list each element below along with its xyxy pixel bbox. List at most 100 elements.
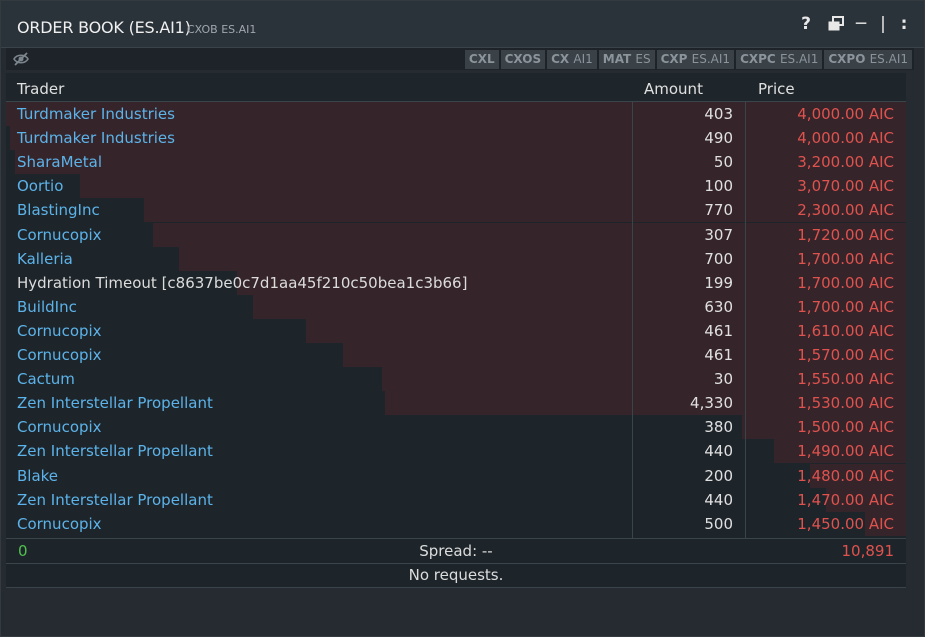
order-price: 1,720.00 AIC [797,225,894,244]
table-row[interactable]: BuildInc 630 1,700.00 AIC [6,294,906,319]
minimize-icon[interactable]: ─ [851,13,871,35]
trader-name[interactable]: Zen Interstellar Propellant [17,442,213,460]
order-amount: 440 [704,442,733,461]
order-amount: 307 [704,225,733,244]
order-price: 1,530.00 AIC [797,394,894,413]
trader-name[interactable]: Kalleria [17,250,73,268]
window-title: ORDER BOOK (ES.AI1) [17,18,191,37]
table-row[interactable]: Kalleria 700 1,700.00 AIC [6,246,906,271]
command-label: CXPC [740,52,776,66]
trader-name[interactable]: Oortio [17,177,63,195]
order-price: 1,570.00 AIC [797,346,894,364]
trader-name[interactable]: Zen Interstellar Propellant [17,491,213,509]
trader-name[interactable]: BlastingInc [17,201,100,219]
command-button[interactable]: CXPC ES.AI1 [736,50,823,69]
trader-name[interactable]: Turdmaker Industries [17,105,175,123]
order-amount: 4,330 [690,394,733,413]
order-price: 1,490.00 AIC [797,442,894,461]
command-button[interactable]: MAT ES [598,50,655,69]
command-label: MAT [602,52,632,66]
order-amount: 200 [704,466,733,485]
duplicate-icon[interactable] [826,15,846,38]
table-row[interactable]: Cornucopix 461 1,610.00 AIC [6,318,906,343]
help-icon[interactable]: ? [796,13,816,35]
command-ticker: AI1 [573,52,593,66]
table-row[interactable]: Cornucopix 461 1,570.00 AIC [6,343,906,367]
table-row[interactable]: Oortio 100 3,070.00 AIC [6,174,906,199]
trader-name[interactable]: Cornucopix [17,515,102,533]
table-row[interactable]: Turdmaker Industries 403 4,000.00 AIC [6,102,906,126]
table-row[interactable]: Cornucopix 307 1,720.00 AIC [6,222,906,247]
trader-name[interactable]: Cactum [17,370,75,388]
order-price: 3,200.00 AIC [797,153,894,172]
column-divider [745,101,746,538]
table-row[interactable]: SharaMetal 50 3,200.00 AIC [6,150,906,175]
table-row[interactable]: Cactum 30 1,550.00 AIC [6,367,906,392]
trader-name: Hydration Timeout [c8637be0c7d1aa45f210c… [17,273,468,292]
trader-name[interactable]: Zen Interstellar Propellant [17,394,213,412]
command-label: CXPO [828,52,866,66]
order-price: 4,000.00 AIC [797,129,894,148]
trader-name[interactable]: Cornucopix [17,418,102,436]
table-row[interactable]: Zen Interstellar Propellant 440 1,470.00 A… [6,487,906,512]
order-amount: 461 [704,346,733,364]
column-divider [632,101,633,538]
table-row[interactable]: Turdmaker Industries 490 4,000.00 AIC [6,126,906,151]
spread-label: Spread: -- [419,542,493,560]
header-trader[interactable]: Trader [17,80,64,98]
table-row[interactable]: Hydration Timeout [c8637be0c7d1aa45f210c… [6,270,906,295]
table-row[interactable]: Zen Interstellar Propellant 4,330 1,530.00… [6,391,906,416]
spread-row: 0 Spread: -- 10,891 [6,538,906,564]
header-amount[interactable]: Amount [644,80,703,98]
table-row[interactable]: Zen Interstellar Propellant 440 1,490.00 A… [6,439,906,464]
trader-name[interactable]: Blake [17,467,58,485]
order-amount: 199 [704,273,733,292]
command-button[interactable]: CXPO ES.AI1 [824,50,912,69]
command-button[interactable]: CXL [464,50,499,69]
order-amount: 461 [704,321,733,340]
ask-total: 10,891 [841,542,895,560]
order-amount: 100 [704,177,733,196]
order-price: 1,470.00 AIC [797,490,894,509]
order-price: 3,070.00 AIC [797,177,894,196]
no-requests-message: No requests. [6,563,906,588]
window-titlebar[interactable]: ORDER BOOK (ES.AI1) CXOB ES.AI1 ? ─ | : [1,1,924,48]
window-command: CXOB ES.AI1 [187,23,257,36]
command-button[interactable]: CX AI1 [547,50,597,69]
command-ticker: ES.AI1 [779,52,819,66]
table-row[interactable]: Cornucopix 500 1,450.00 AIC [6,511,906,536]
order-price: 4,000.00 AIC [797,105,894,123]
command-button[interactable]: CXP ES.AI1 [656,50,735,69]
command-ticker: ES.AI1 [691,52,731,66]
order-price: 1,450.00 AIC [797,514,894,533]
order-price: 1,700.00 AIC [797,273,894,292]
order-amount: 50 [713,153,733,172]
order-amount: 630 [704,297,733,316]
hide-eye-icon[interactable] [12,50,30,68]
drag-handle-icon[interactable]: | [873,13,893,35]
trader-name[interactable]: SharaMetal [17,153,102,171]
command-ticker: ES.AI1 [869,52,908,66]
table-row[interactable]: Cornucopix 380 1,500.00 AIC [6,415,906,440]
header-price[interactable]: Price [758,80,795,98]
order-price: 1,610.00 AIC [797,321,894,340]
order-price: 2,300.00 AIC [797,201,894,220]
order-amount: 403 [704,105,733,123]
trader-name[interactable]: Cornucopix [17,346,102,364]
table-row[interactable]: Blake 200 1,480.00 AIC [6,463,906,488]
table-header: Trader Amount Price [6,73,906,102]
order-amount: 500 [704,514,733,533]
order-price: 1,700.00 AIC [797,249,894,268]
trader-name[interactable]: BuildInc [17,298,77,316]
trader-name[interactable]: Turdmaker Industries [17,129,175,147]
order-book-window: ORDER BOOK (ES.AI1) CXOB ES.AI1 ? ─ | : … [0,0,925,637]
command-button[interactable]: CXOS [500,50,546,69]
order-price: 1,500.00 AIC [797,418,894,437]
order-price: 1,550.00 AIC [797,370,894,389]
trader-name[interactable]: Cornucopix [17,322,102,340]
trader-name[interactable]: Cornucopix [17,226,102,244]
order-price: 1,700.00 AIC [797,297,894,316]
table-row[interactable]: BlastingInc 770 2,300.00 AIC [6,198,906,223]
menu-icon[interactable]: : [894,13,914,35]
command-ticker: ES [635,52,651,66]
